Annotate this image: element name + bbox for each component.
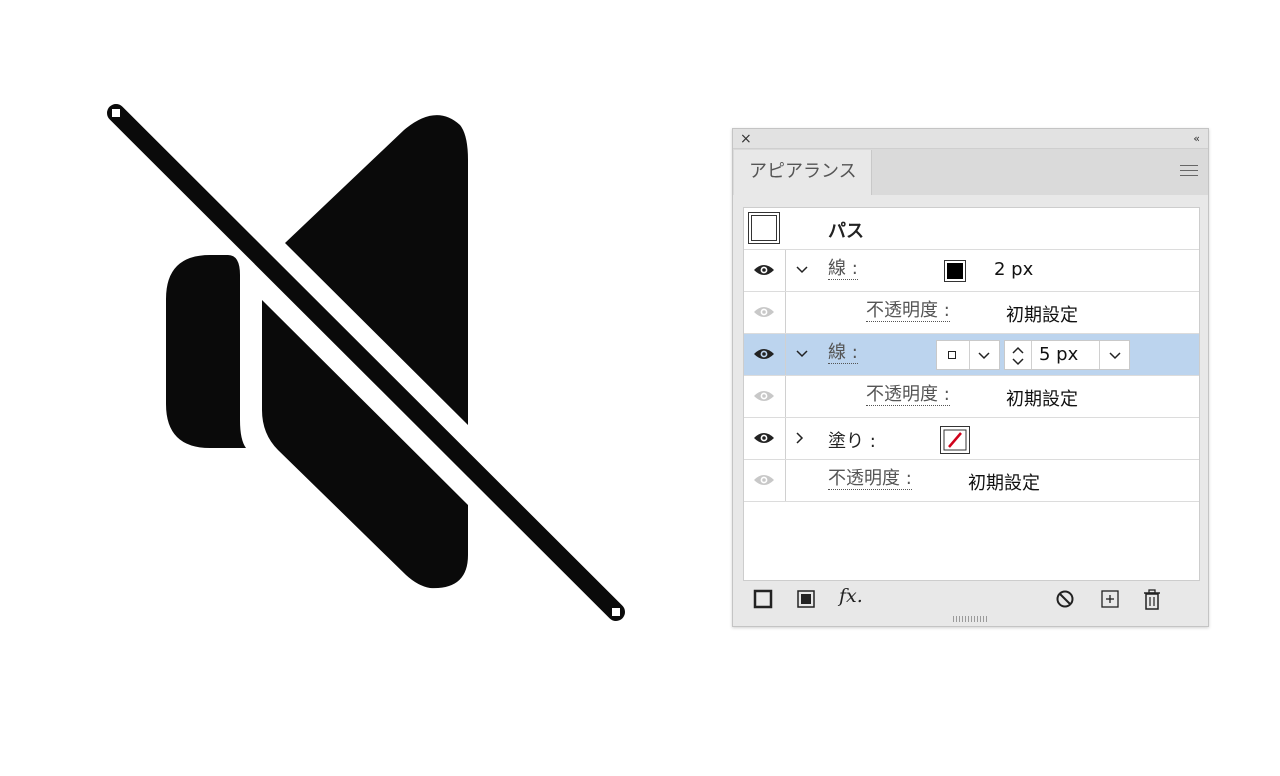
eye-icon[interactable] <box>753 263 775 277</box>
appearance-list: パス 線 : 2 px 不透明度 : 初期設定 線: 5 px 不透明度: … <box>743 207 1200 581</box>
fill-none-swatch-icon[interactable] <box>940 426 970 454</box>
opacity-2-label[interactable]: 不透明度 : <box>866 385 950 406</box>
delete-item-icon[interactable] <box>1142 589 1162 611</box>
chevron-right-icon[interactable] <box>796 432 804 444</box>
opacity-3-value: 初期設定 <box>968 473 1040 494</box>
add-new-fill-icon[interactable] <box>796 589 816 609</box>
eye-icon[interactable] <box>753 347 775 361</box>
eye-icon-dim[interactable] <box>753 305 775 319</box>
panel-titlebar: × ‹‹ <box>733 129 1208 149</box>
stroke-color-dropdown[interactable] <box>936 340 1000 370</box>
anchor-point-start <box>112 109 120 117</box>
chevron-down-icon[interactable] <box>796 266 808 274</box>
list-item-stroke-2[interactable]: 線 : 5 px <box>744 334 1199 376</box>
opacity-2-value: 初期設定 <box>1006 389 1078 410</box>
close-panel-icon[interactable]: × <box>740 130 752 148</box>
resize-grip[interactable] <box>953 616 989 622</box>
list-item-stroke-1[interactable]: 線 : 2 px <box>744 250 1199 292</box>
panel-tab-row: アピアランス <box>733 149 1208 195</box>
list-item-opacity-3[interactable]: 不透明度 : 初期設定 <box>744 460 1199 502</box>
eye-icon[interactable] <box>753 431 775 445</box>
chevron-down-icon[interactable] <box>978 352 990 360</box>
list-item-path[interactable]: パス <box>744 208 1199 250</box>
opacity-1-label[interactable]: 不透明度 : <box>866 301 950 322</box>
stroke-1-weight[interactable]: 2 px <box>994 259 1033 280</box>
fill-label[interactable]: 塗り : <box>828 427 876 453</box>
opacity-3-label[interactable]: 不透明度 : <box>828 469 912 490</box>
stroke-1-label[interactable]: 線 : <box>828 259 858 280</box>
opacity-1-value: 初期設定 <box>1006 305 1078 326</box>
tab-appearance[interactable]: アピアランス <box>734 150 872 195</box>
stepper-arrows-icon[interactable] <box>1011 345 1025 367</box>
artboard[interactable] <box>0 0 700 776</box>
speaker-box-shape <box>166 255 246 448</box>
stroke-1-color-swatch[interactable] <box>944 260 966 282</box>
duplicate-item-icon[interactable] <box>1100 589 1120 609</box>
path-label: パス <box>828 221 864 242</box>
clear-appearance-icon[interactable] <box>1055 589 1075 609</box>
add-new-effect-icon[interactable]: fx. <box>839 585 863 607</box>
panel-footer-toolbar: fx. <box>733 584 1208 614</box>
list-item-opacity-1[interactable]: 不透明度 : 初期設定 <box>744 292 1199 334</box>
chevron-down-icon[interactable] <box>1109 352 1121 360</box>
hamburger-menu-icon[interactable] <box>1180 165 1198 177</box>
eye-icon-dim[interactable] <box>753 389 775 403</box>
stroke-2-label[interactable]: 線 : <box>828 343 858 364</box>
appearance-panel: × ‹‹ アピアランス パス 線 : 2 px 不透明度: 初期設定 線: … <box>732 128 1209 627</box>
collapse-panel-icon[interactable]: ‹‹ <box>1193 130 1200 148</box>
list-item-fill[interactable]: 塗り : <box>744 418 1199 460</box>
stroke-color-swatch-mini <box>948 351 956 359</box>
add-new-stroke-icon[interactable] <box>753 589 773 609</box>
list-item-opacity-2[interactable]: 不透明度 : 初期設定 <box>744 376 1199 418</box>
mute-speaker-artwork[interactable] <box>0 0 700 776</box>
eye-icon-dim[interactable] <box>753 473 775 487</box>
stroke-weight-stepper[interactable]: 5 px <box>1004 340 1130 370</box>
anchor-point-end <box>612 608 620 616</box>
path-thumbnail-icon <box>748 212 780 244</box>
chevron-down-icon[interactable] <box>796 350 808 358</box>
stroke-2-weight[interactable]: 5 px <box>1039 344 1078 365</box>
